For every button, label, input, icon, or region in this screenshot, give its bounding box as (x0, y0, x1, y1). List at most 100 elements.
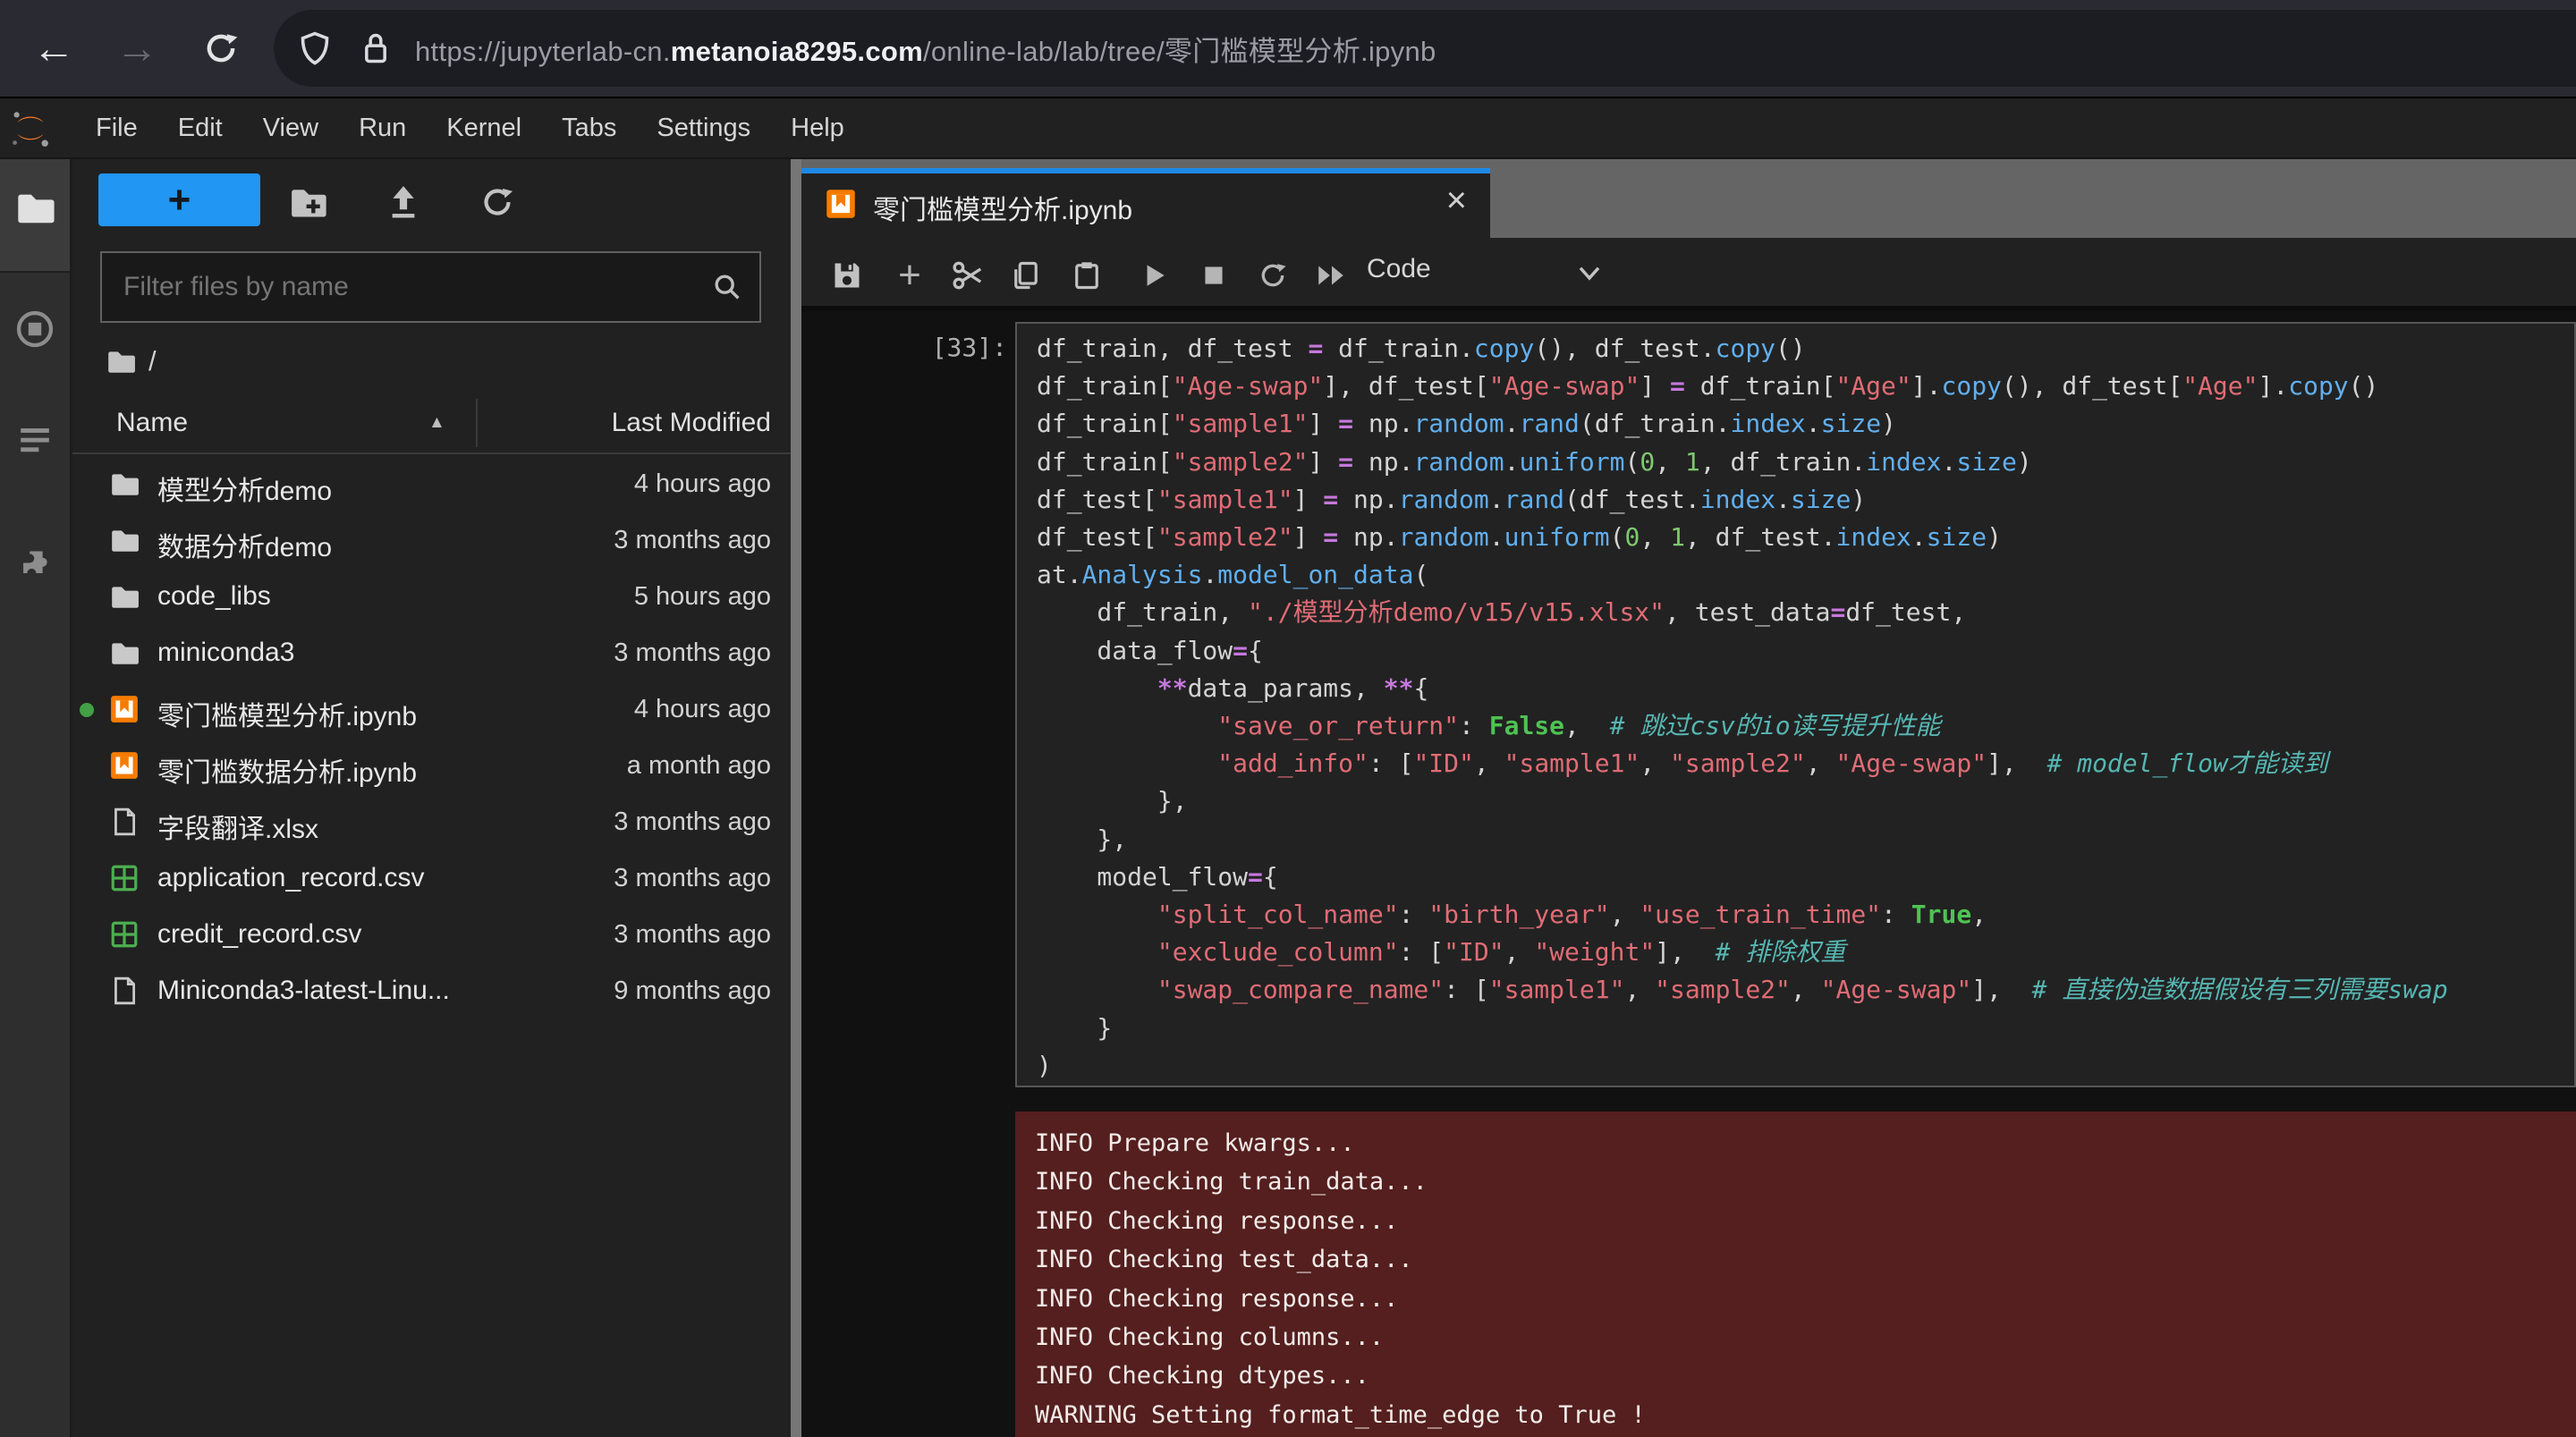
file-modified: 4 hours ago (634, 695, 771, 724)
copy-cells-button[interactable] (1006, 256, 1046, 295)
refresh-icon (479, 183, 516, 221)
code-line: at.Analysis.model_on_data( (1037, 556, 2574, 594)
save-icon (831, 259, 863, 292)
code-line: "split_col_name": "birth_year", "use_tra… (1037, 896, 2574, 934)
file-list-header: Name ▲ Last Modified (72, 393, 791, 454)
file-name: application_record.csv (157, 863, 425, 893)
address-bar[interactable]: https://jupyterlab-cn.metanoia8295.com/o… (274, 10, 2576, 87)
file-name: 模型分析demo (157, 469, 332, 508)
file-row[interactable]: application_record.csv3 months ago (72, 850, 791, 907)
notebook-toolbar: + (801, 238, 2576, 311)
notebook-icon (109, 750, 141, 782)
cell-type-dropdown[interactable]: Code (1367, 254, 1431, 284)
add-cell-button[interactable]: + (890, 256, 929, 295)
reload-icon (202, 30, 240, 67)
left-sidebar (0, 159, 70, 1437)
output-text: INFO Prepare kwargs... INFO Checking tra… (1035, 1124, 2576, 1434)
code-line: "add_info": ["ID", "sample1", "sample2",… (1037, 745, 2574, 782)
menu-item-tabs[interactable]: Tabs (562, 114, 616, 143)
column-header-modified[interactable]: Last Modified (612, 408, 771, 438)
sidebar-tab-extensions[interactable] (0, 537, 70, 587)
shield-icon[interactable] (299, 30, 331, 66)
cut-cells-button[interactable] (948, 256, 987, 295)
stop-circle-icon (14, 309, 55, 350)
panel-splitter[interactable] (791, 159, 801, 1437)
notebook-file-icon (825, 188, 857, 220)
menu-item-view[interactable]: View (263, 114, 318, 143)
browser-forward-button[interactable]: → (106, 0, 168, 97)
folder-icon (14, 187, 55, 228)
sidebar-tab-file-browser[interactable] (0, 182, 70, 232)
menu-item-run[interactable]: Run (359, 114, 406, 143)
menu-item-help[interactable]: Help (791, 114, 844, 143)
file-row[interactable]: miniconda33 months ago (72, 625, 791, 681)
breadcrumb[interactable]: / (106, 341, 157, 382)
code-line: "save_or_return": False, # 跳过csv的io读写提升性… (1037, 707, 2574, 745)
new-launcher-button[interactable]: + (98, 173, 260, 226)
code-line: model_flow={ (1037, 858, 2574, 896)
code-line: df_test["sample1"] = np.random.rand(df_t… (1037, 481, 2574, 519)
file-row[interactable]: 字段翻译.xlsx3 months ago (72, 794, 791, 850)
notebook-tab[interactable]: 零门槛模型分析.ipynb × (801, 168, 1490, 238)
restart-kernel-button[interactable] (1253, 256, 1292, 295)
file-row[interactable]: code_libs 5 hours ago (72, 569, 791, 625)
folder-icon (109, 638, 141, 670)
file-name: 零门槛数据分析.ipynb (157, 750, 417, 790)
home-folder-icon (106, 346, 136, 376)
menu-item-kernel[interactable]: Kernel (446, 114, 521, 143)
folder-icon (109, 581, 141, 613)
file-row[interactable]: 模型分析demo4 hours ago (72, 456, 791, 512)
file-list: 模型分析demo4 hours ago数据分析demo3 months agoc… (72, 456, 791, 1437)
lock-icon[interactable] (361, 30, 390, 66)
url-path: /online-lab/lab/tree/零门槛模型分析.ipynb (923, 36, 1436, 67)
sidebar-tab-table-of-contents[interactable] (0, 415, 70, 465)
new-folder-button[interactable] (281, 182, 335, 223)
file-modified: 5 hours ago (634, 582, 771, 612)
file-row[interactable]: credit_record.csv 3 months ago (72, 907, 791, 963)
menu-item-file[interactable]: File (96, 114, 138, 143)
file-modified: 3 months ago (614, 920, 771, 950)
code-cell-editor[interactable]: df_train, df_test = df_train.copy(), df_… (1015, 322, 2576, 1087)
stop-cell-button[interactable] (1194, 256, 1233, 295)
filter-files-input[interactable] (100, 251, 761, 323)
file-row[interactable]: Miniconda3-latest-Linu...9 months ago (72, 963, 791, 1019)
file-modified: 3 months ago (614, 807, 771, 837)
file-icon (109, 976, 141, 1008)
code-line: "exclude_column": ["ID", "weight"], # 排除… (1037, 934, 2574, 971)
file-icon (109, 807, 141, 839)
breadcrumb-root[interactable]: / (148, 345, 157, 377)
chevron-down-icon[interactable] (1576, 263, 1603, 284)
code-line: }, (1037, 821, 2574, 858)
code-line: df_train["sample1"] = np.random.rand(df_… (1037, 405, 2574, 443)
restart-icon (1257, 259, 1289, 292)
refresh-file-browser-button[interactable] (470, 182, 524, 223)
column-header-name[interactable]: Name (116, 408, 188, 438)
file-row[interactable]: 零门槛数据分析.ipynb a month ago (72, 738, 791, 794)
menu-item-settings[interactable]: Settings (657, 114, 750, 143)
file-name: code_libs (157, 581, 271, 612)
sidebar-tab-running-kernels[interactable] (0, 304, 70, 354)
browser-back-button[interactable]: ← (22, 0, 85, 97)
cell-execution-prompt: [33]: (882, 333, 1007, 362)
file-name: credit_record.csv (157, 919, 361, 950)
save-button[interactable] (827, 256, 867, 295)
file-row[interactable]: 零门槛模型分析.ipynb4 hours ago (72, 681, 791, 738)
code-line: }, (1037, 782, 2574, 820)
dock-tab-bar: 零门槛模型分析.ipynb × (801, 159, 2576, 238)
list-icon (14, 419, 55, 461)
restart-run-all-button[interactable] (1312, 256, 1352, 295)
browser-reload-button[interactable] (190, 0, 252, 97)
file-modified: 9 months ago (614, 976, 771, 1006)
run-cell-button[interactable] (1134, 256, 1174, 295)
menu-item-edit[interactable]: Edit (178, 114, 223, 143)
file-modified: 3 months ago (614, 638, 771, 668)
file-row[interactable]: 数据分析demo3 months ago (72, 512, 791, 569)
code-text: df_train, df_test = df_train.copy(), df_… (1037, 330, 2574, 1085)
run-icon (1139, 260, 1169, 291)
tab-close-icon[interactable]: × (1446, 181, 1467, 221)
column-divider[interactable] (476, 399, 478, 447)
upload-button[interactable] (377, 182, 430, 223)
file-modified: a month ago (627, 751, 771, 781)
upload-icon (384, 182, 423, 222)
paste-cells-button[interactable] (1067, 256, 1106, 295)
